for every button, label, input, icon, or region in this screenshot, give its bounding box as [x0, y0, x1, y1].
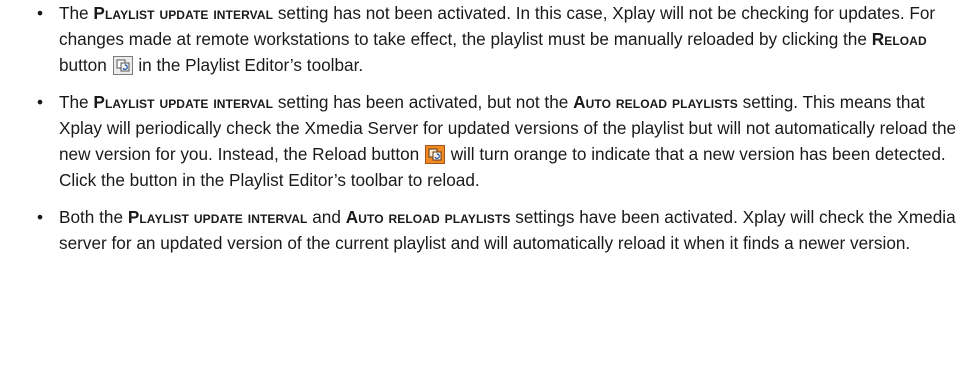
reload-orange-icon [424, 145, 445, 164]
button-name: Reload [871, 29, 927, 49]
setting-name: Playlist update interval [93, 92, 274, 112]
reload-icon [112, 56, 133, 75]
text-run: setting has been activated, but not the [273, 92, 574, 112]
bullet-list: • The Playlist update interval setting h… [0, 0, 964, 256]
text-run: The [59, 3, 94, 23]
text-run: and [307, 207, 346, 227]
bullet-marker: • [36, 3, 44, 23]
bullet-marker: • [36, 207, 44, 227]
text-run: in the Playlist Editor’s toolbar. [133, 55, 364, 75]
setting-name: Auto reload playlists [573, 92, 738, 112]
setting-name: Playlist update interval [93, 3, 274, 23]
text-run: button [59, 55, 112, 75]
bullet-marker: • [36, 92, 44, 112]
list-item: • The Playlist update interval setting h… [0, 89, 964, 193]
setting-name: Playlist update interval [127, 207, 308, 227]
text-run: Both the [59, 207, 128, 227]
document-page: • The Playlist update interval setting h… [0, 0, 964, 371]
list-item: • Both the Playlist update interval and … [0, 204, 964, 256]
setting-name: Auto reload playlists [345, 207, 511, 227]
text-run: The [59, 92, 94, 112]
list-item: • The Playlist update interval setting h… [0, 0, 964, 78]
